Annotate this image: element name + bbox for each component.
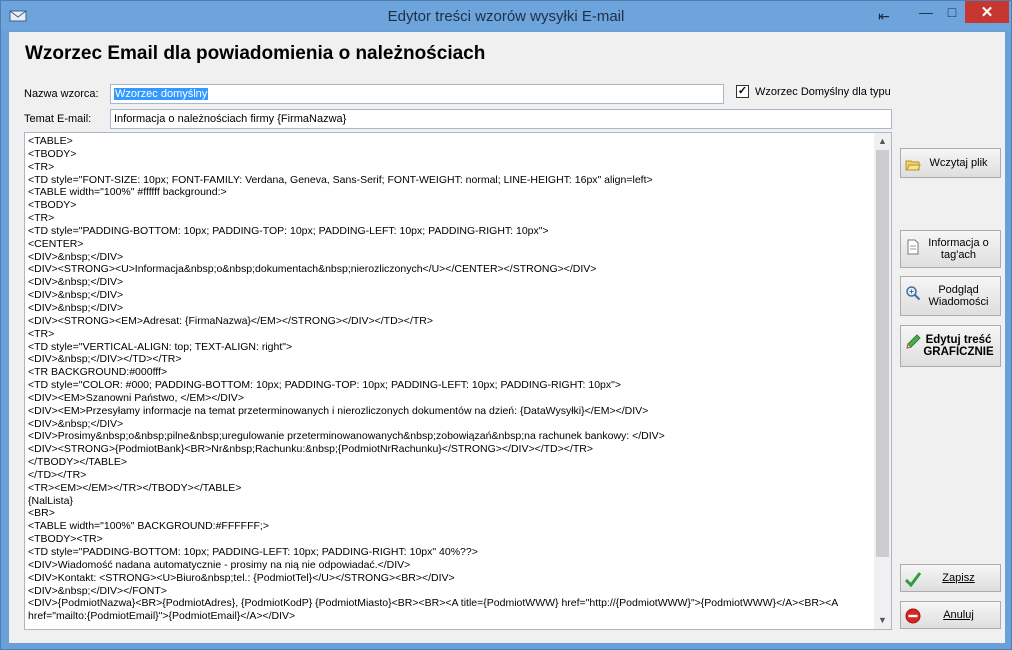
editor-line: <TABLE width="100%" BACKGROUND:#FFFFFF;> [28,520,269,533]
preview-label: Podgląd Wiadomości [928,284,989,308]
editor-line: <TD style="VERTICAL-ALIGN: top; TEXT-ALI… [28,340,293,353]
editor-line: <DIV>{PodmiotNazwa}<BR>{PodmiotAdres}, {… [28,597,839,610]
editor-line: <TABLE width="100%" #ffffff background:> [28,186,227,199]
template-name-input[interactable]: Wzorzec domyślny [110,84,724,104]
scroll-up-icon[interactable]: ▲ [874,133,891,150]
save-button[interactable]: Zapisz [900,564,1001,592]
load-file-label: Wczytaj plik [929,157,988,169]
editor-line: <DIV><STRONG>{PodmiotBank}<BR>Nr&nbsp;Ra… [28,443,593,456]
editor-line: <TD style="COLOR: #000; PADDING-BOTTOM: … [28,379,621,392]
scrollbar-thumb[interactable] [876,150,889,557]
editor-line: <DIV>&nbsp;</DIV> [28,301,124,314]
editor-line: <DIV>&nbsp;</DIV> [28,276,124,289]
edit-graphically-line2: GRAFICZNIE [923,346,994,358]
email-subject-label: Temat E-mail: [24,113,92,125]
html-source-text[interactable]: <TABLE> <TBODY> <TR> <TD style="FONT-SIZE: … [28,135,874,623]
cancel-button[interactable]: Anuluj [900,601,1001,629]
html-source-editor[interactable]: <TABLE> <TBODY> <TR> <TD style="FONT-SIZE: … [24,132,892,630]
load-file-button[interactable]: Wczytaj plik [900,148,1001,178]
editor-line: <TR BACKGROUND:#000fff> [28,366,168,379]
scroll-down-icon[interactable]: ▼ [874,612,891,629]
editor-line: <TBODY><TR> [28,533,103,546]
editor-line: </TD></TR> [28,468,87,481]
editor-line: <DIV><STRONG><U>Informacja&nbsp;o&nbsp;d… [28,263,597,276]
vertical-scrollbar[interactable]: ▲ ▼ [874,133,891,629]
editor-line: <DIV>Kontakt: <STRONG><U>Biuro&nbsp;tel.… [28,571,455,584]
editor-line: <TR> [28,212,55,225]
editor-line: <DIV>Wiadomość nadana automatycznie - pr… [28,558,411,571]
page-title: Wzorzec Email dla powiadomienia o należn… [25,43,486,64]
editor-window: Edytor treści wzorów wysyłki E-mail ⇤ — … [0,0,1012,650]
editor-line: <TABLE> [28,135,73,147]
editor-line: </TBODY></TABLE> [28,456,128,469]
editor-line: <TR><EM></EM></TR></TBODY></TABLE> [28,481,242,494]
default-template-checkbox-row[interactable]: ✓ Wzorzec Domyślny dla typu [736,85,891,98]
editor-line: <DIV><EM>Szanowni Państwo, </EM></DIV> [28,391,244,404]
template-name-value: Wzorzec domyślny [114,88,209,100]
editor-line: <TD style="PADDING-BOTTOM: 10px; PADDING… [28,224,549,237]
tag-info-button[interactable]: Informacja o tag'ach [900,230,1001,268]
maximize-button[interactable]: □ [939,1,965,23]
preview-button[interactable]: Podgląd Wiadomości [900,276,1001,316]
editor-line: <TD style="FONT-SIZE: 10px; FONT-FAMILY:… [28,173,653,186]
editor-line: <DIV>&nbsp;</DIV> [28,250,124,263]
editor-line: <DIV><STRONG><EM>Adresat: {FirmaNazwa}</… [28,314,433,327]
editor-line: <DIV>Prosimy&nbsp;o&nbsp;pilne&nbsp;ureg… [28,430,665,443]
window-title: Edytor treści wzorów wysyłki E-mail [387,8,625,25]
email-subject-input[interactable]: Informacja o należnościach firmy {FirmaN… [110,109,892,129]
save-label: Zapisz [942,572,975,584]
default-template-checkbox[interactable]: ✓ [736,85,749,98]
client-area: Wzorzec Email dla powiadomienia o należn… [9,32,1005,643]
editor-line: <DIV><EM>Przesyłamy informacje na temat … [28,404,649,417]
editor-line: {NalLista} [28,494,73,507]
editor-line: <TBODY> [28,147,77,160]
title-bar[interactable]: Edytor treści wzorów wysyłki E-mail ⇤ — … [1,1,1011,31]
tag-info-label: Informacja o tag'ach [928,237,989,261]
editor-line: <TBODY> [28,199,77,212]
edit-graphically-button[interactable]: Edytuj treść GRAFICZNIE [900,325,1001,367]
editor-line: <DIV>&nbsp;</DIV> [28,289,124,302]
editor-line: href="mailto:{PodmiotEmail}">{PodmiotEma… [28,610,296,623]
default-template-label: Wzorzec Domyślny dla typu [755,85,891,98]
editor-line: <DIV>&nbsp;</DIV> [28,417,124,430]
editor-line: <TD style="PADDING-BOTTOM: 10px; PADDING… [28,546,478,558]
editor-line: <CENTER> [28,237,84,250]
editor-line: <TR> [28,160,55,173]
editor-line: <DIV>&nbsp;</DIV></TD></TR> [28,353,182,366]
edit-graphically-label: Edytuj treść GRAFICZNIE [919,326,998,366]
minimize-button[interactable]: — [913,1,939,23]
cancel-label: Anuluj [943,609,974,621]
editor-line: <TR> [28,327,55,340]
pin-icon[interactable]: ⇤ [873,5,895,27]
close-button[interactable]: ✕ [965,1,1009,23]
editor-line: <DIV>&nbsp;</DIV></FONT> [28,584,167,597]
edit-graphically-line1: Edytuj treść [925,334,992,346]
editor-line: <BR> [28,507,55,520]
template-name-label: Nazwa wzorca: [24,88,99,100]
